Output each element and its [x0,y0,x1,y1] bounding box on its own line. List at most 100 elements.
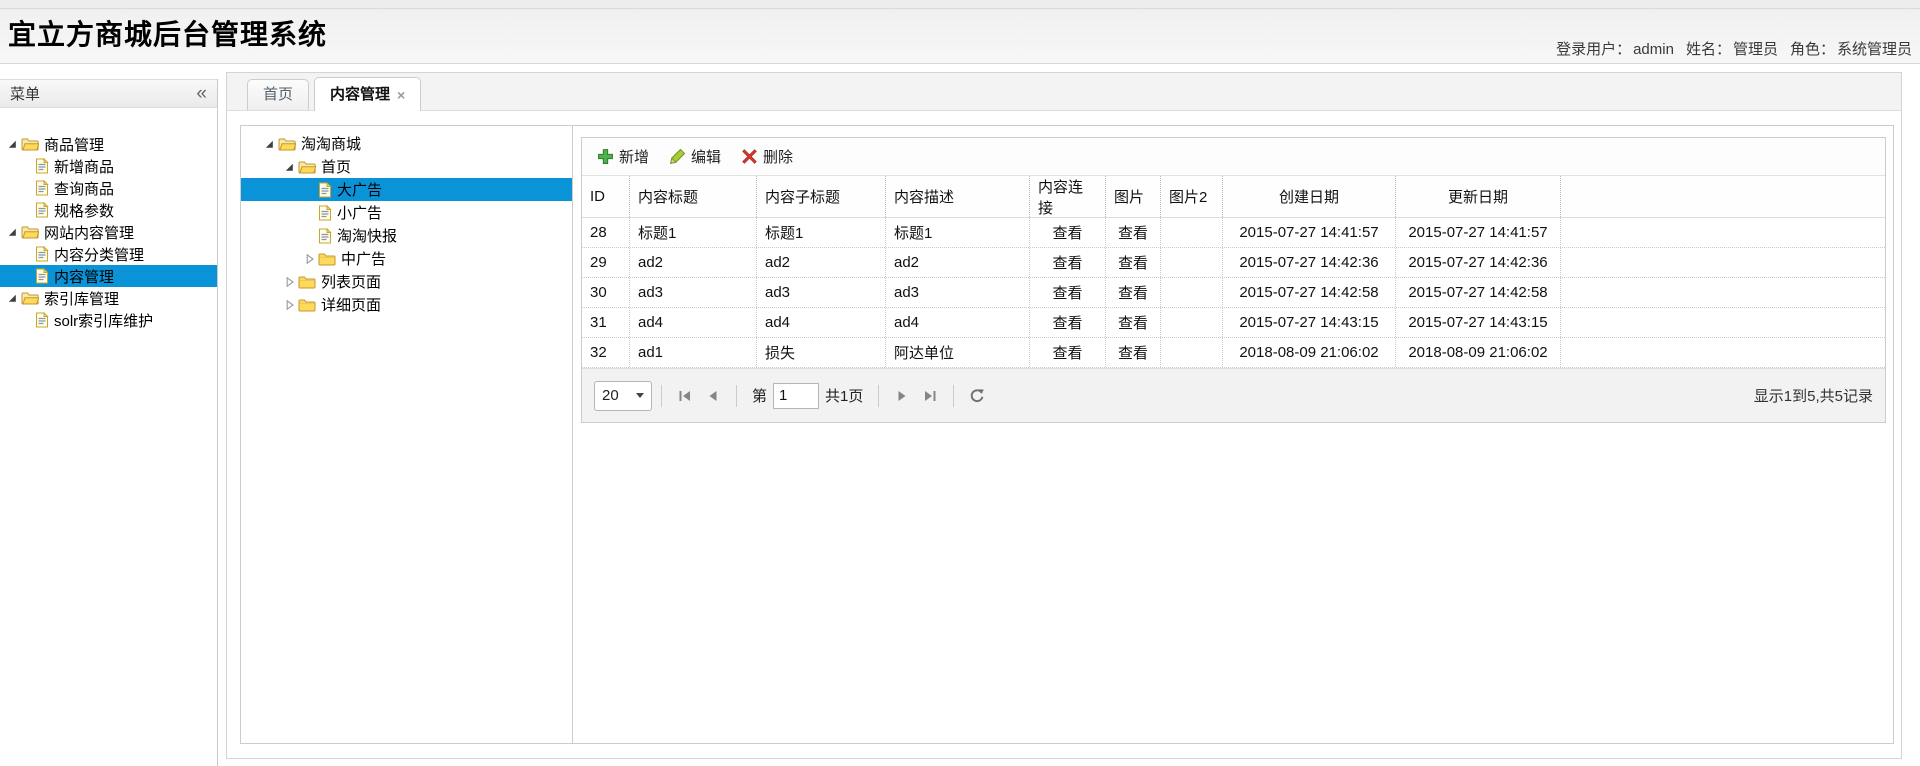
cell-created: 2015-07-27 14:42:58 [1223,278,1396,307]
view-link[interactable]: 查看 [1030,338,1106,367]
login-user-value: admin [1633,41,1674,58]
column-header-pic2[interactable]: 图片2 [1161,176,1223,217]
tree-collapsed-icon[interactable] [283,299,295,311]
column-header-subtitle[interactable]: 内容子标题 [757,176,886,217]
pager-separator [736,385,737,407]
login-user-label: 登录用户： [1556,41,1631,58]
view-pic-link[interactable]: 查看 [1106,338,1161,367]
edit-button-label: 编辑 [691,146,721,167]
last-page-button[interactable] [916,383,944,409]
file-icon [318,182,332,198]
view-pic-link[interactable]: 查看 [1106,278,1161,307]
first-page-icon [677,388,693,404]
tree-expanded-icon[interactable] [263,138,275,150]
cell-updated: 2015-07-27 14:42:58 [1396,278,1561,307]
pagination-summary: 显示1到5,共5记录 [1754,385,1873,406]
tab-home[interactable]: 首页 [247,79,309,110]
sidebar-title: 菜单 [10,83,40,104]
first-page-button[interactable] [671,383,699,409]
sidebar-node-solr-index[interactable]: solr索引库维护 [0,309,217,331]
user-role-label: 角色： [1790,41,1835,58]
cell-id: 31 [582,308,630,337]
sidebar-node-site-content-mgmt[interactable]: 网站内容管理 [0,221,217,243]
category-node-big-ad-selected[interactable]: 大广告 [241,178,572,201]
page-total-label: 共1页 [825,385,863,406]
sidebar-node-spec-params[interactable]: 规格参数 [0,199,217,221]
view-link[interactable]: 查看 [1030,308,1106,337]
folder-open-icon [21,225,39,239]
folder-closed-icon [298,275,316,289]
column-header-created[interactable]: 创建日期 [1223,176,1396,217]
folder-open-icon [298,160,316,174]
file-icon [35,268,49,284]
file-icon [35,312,49,328]
cell-pic2 [1161,308,1223,337]
column-header-pic[interactable]: 图片 [1106,176,1161,217]
tree-expanded-icon[interactable] [283,161,295,173]
category-node-homepage[interactable]: 首页 [241,155,572,178]
sidebar-node-goods-mgmt[interactable]: 商品管理 [0,133,217,155]
view-link[interactable]: 查看 [1030,218,1106,247]
tree-collapsed-icon[interactable] [303,253,315,265]
column-header-updated[interactable]: 更新日期 [1396,176,1561,217]
table-row[interactable]: 28 标题1 标题1 标题1 查看 查看 2015-07-27 14:41:57… [582,218,1885,248]
table-row[interactable]: 31 ad4 ad4 ad4 查看 查看 2015-07-27 14:43:15… [582,308,1885,338]
tree-collapsed-icon[interactable] [283,276,295,288]
tab-label: 内容管理 [330,78,390,111]
category-node-small-ad[interactable]: 小广告 [241,201,572,224]
tree-expanded-icon[interactable] [6,292,18,304]
sidebar-node-content-category-mgmt[interactable]: 内容分类管理 [0,243,217,265]
category-node-express[interactable]: 淘淘快报 [241,224,572,247]
sidebar-header: 菜单 « [0,79,217,108]
column-header-link[interactable]: 内容连接 [1030,176,1106,217]
prev-page-button[interactable] [699,383,727,409]
cell-desc: 标题1 [886,218,1030,247]
tree-expanded-icon[interactable] [6,226,18,238]
cell-id: 28 [582,218,630,247]
column-header-desc[interactable]: 内容描述 [886,176,1030,217]
tree-node-label: 内容分类管理 [54,244,144,265]
next-page-icon [894,388,910,404]
page-number-input[interactable] [773,383,819,409]
category-node-mall-root[interactable]: 淘淘商城 [241,132,572,155]
refresh-button[interactable] [963,383,991,409]
folder-open-icon [21,137,39,151]
view-pic-link[interactable]: 查看 [1106,308,1161,337]
category-node-detail-page[interactable]: 详细页面 [241,293,572,316]
next-page-button[interactable] [888,383,916,409]
view-link[interactable]: 查看 [1030,248,1106,277]
tree-node-label: 大广告 [337,179,382,200]
tree-expanded-icon[interactable] [6,138,18,150]
tab-content-mgmt[interactable]: 内容管理 × [314,77,421,111]
folder-closed-icon [318,252,336,266]
sidebar-node-index-mgmt[interactable]: 索引库管理 [0,287,217,309]
table-row[interactable]: 32 ad1 损失 阿达单位 查看 查看 2018-08-09 21:06:02… [582,338,1885,368]
table-row[interactable]: 30 ad3 ad3 ad3 查看 查看 2015-07-27 14:42:58… [582,278,1885,308]
category-node-mid-ad[interactable]: 中广告 [241,247,572,270]
tab-close-icon[interactable]: × [397,88,405,102]
sidebar-collapse-icon[interactable]: « [196,84,207,103]
add-button[interactable]: 新增 [588,143,658,170]
app-header: 宜立方商城后台管理系统 登录用户：admin姓名：管理员角色：系统管理员 [0,0,1920,64]
column-header-title[interactable]: 内容标题 [630,176,757,217]
sidebar-node-add-goods[interactable]: 新增商品 [0,155,217,177]
tree-node-label: 淘淘快报 [337,225,397,246]
view-link[interactable]: 查看 [1030,278,1106,307]
delete-button[interactable]: 删除 [732,143,802,170]
page-size-select[interactable]: 20 [594,381,652,411]
sidebar-node-content-mgmt-selected[interactable]: 内容管理 [0,265,217,287]
tree-node-label: 中广告 [341,248,386,269]
content-datagrid: 新增 编辑 删除 ID 内容标题 内容子标题 内容描述 [581,137,1886,423]
pager-separator [953,385,954,407]
cell-id: 29 [582,248,630,277]
edit-button[interactable]: 编辑 [660,143,730,170]
view-pic-link[interactable]: 查看 [1106,218,1161,247]
column-header-id[interactable]: ID [582,176,630,217]
cell-desc: ad4 [886,308,1030,337]
cell-title: ad1 [630,338,757,367]
category-node-list-page[interactable]: 列表页面 [241,270,572,293]
sidebar-node-query-goods[interactable]: 查询商品 [0,177,217,199]
last-page-icon [922,388,938,404]
view-pic-link[interactable]: 查看 [1106,248,1161,277]
table-row[interactable]: 29 ad2 ad2 ad2 查看 查看 2015-07-27 14:42:36… [582,248,1885,278]
